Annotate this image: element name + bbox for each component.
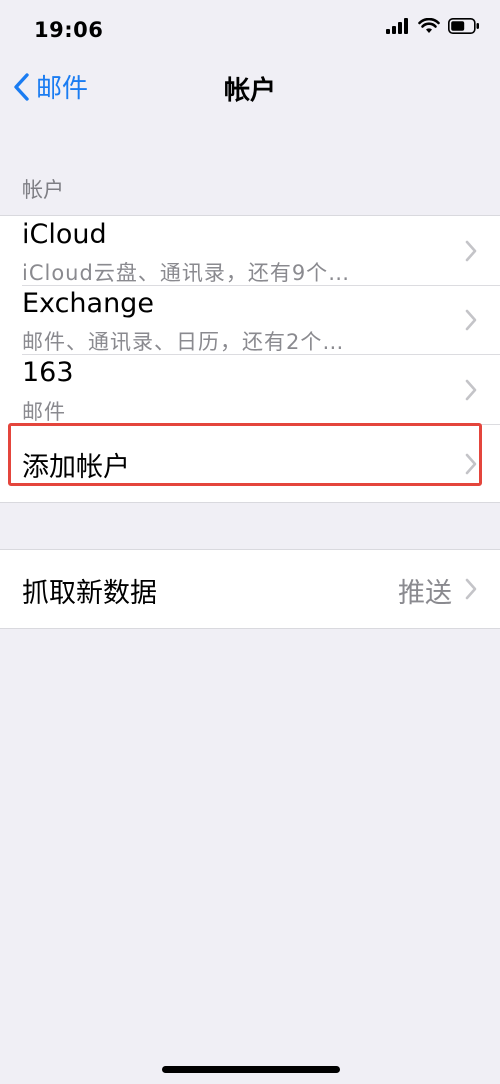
account-title: Exchange xyxy=(22,288,154,319)
status-time: 19:06 xyxy=(34,18,104,42)
status-bar: 19:06 xyxy=(0,0,500,60)
fetch-new-data-label: 抓取新数据 xyxy=(22,578,157,609)
section-header-accounts: 帐户 xyxy=(22,178,64,202)
account-row-icloud[interactable]: iCloud iCloud云盘、通讯录，还有9个… xyxy=(0,216,500,286)
fetch-settings-list: 抓取新数据 推送 xyxy=(0,549,500,629)
signal-icon xyxy=(386,18,408,34)
navigation-bar: 邮件 帐户 xyxy=(0,60,500,112)
chevron-right-icon xyxy=(465,309,477,331)
account-subtitle: 邮件 xyxy=(22,400,66,424)
chevron-right-icon xyxy=(465,578,477,600)
fetch-new-data-value: 推送 xyxy=(398,578,452,609)
chevron-right-icon xyxy=(465,379,477,401)
account-title: 163 xyxy=(22,357,74,388)
account-row-163[interactable]: 163 邮件 xyxy=(0,355,500,425)
highlight-box xyxy=(8,423,482,486)
account-subtitle: iCloud云盘、通讯录，还有9个… xyxy=(22,261,351,285)
fetch-new-data-row[interactable]: 抓取新数据 推送 xyxy=(0,550,500,628)
battery-icon xyxy=(448,18,479,34)
page-title: 帐户 xyxy=(223,76,276,106)
account-subtitle: 邮件、通讯录、日历，还有2个… xyxy=(22,330,345,354)
chevron-right-icon xyxy=(465,240,477,262)
home-indicator[interactable] xyxy=(162,1066,340,1073)
status-icons xyxy=(386,18,480,34)
account-title: iCloud xyxy=(22,219,107,250)
wifi-icon xyxy=(418,18,440,33)
account-row-exchange[interactable]: Exchange 邮件、通讯录、日历，还有2个… xyxy=(0,286,500,355)
